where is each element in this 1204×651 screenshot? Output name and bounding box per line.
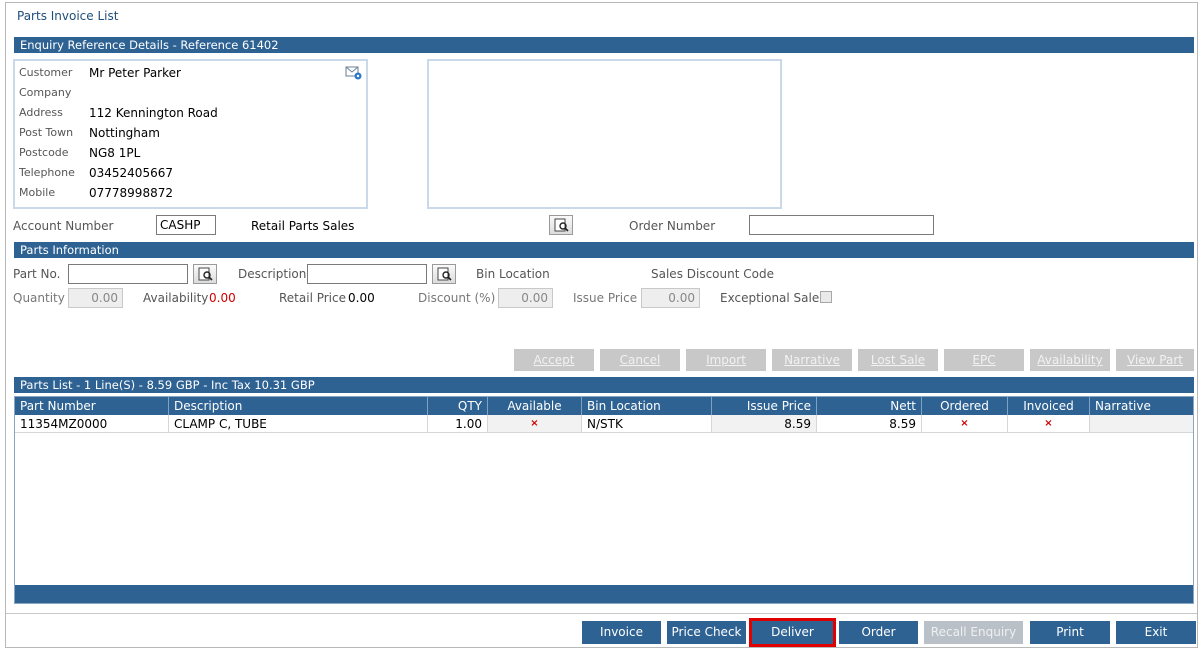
account-search-button[interactable] — [549, 215, 573, 235]
page-title: Parts Invoice List — [17, 9, 119, 23]
magnifier-icon — [554, 218, 569, 232]
column-header-nett[interactable]: Nett — [817, 397, 922, 415]
cell-description[interactable]: CLAMP C, TUBE — [169, 415, 428, 433]
post-town-label: Post Town — [19, 126, 74, 139]
availability-button[interactable]: Availability — [1030, 349, 1110, 371]
cell-nett[interactable]: 8.59 — [817, 415, 922, 433]
retail-price-value: 0.00 — [348, 291, 375, 305]
enquiry-reference-bar: Enquiry Reference Details - Reference 61… — [14, 37, 1194, 53]
issue-price-label: Issue Price — [573, 291, 638, 305]
grid-header: Part Number Description QTY Available Bi… — [15, 397, 1193, 415]
order-button[interactable]: Order — [839, 621, 918, 644]
bin-location-label: Bin Location — [476, 267, 550, 281]
email-settings-icon[interactable] — [345, 65, 363, 84]
availability-label: Availability — [143, 291, 209, 305]
print-button[interactable]: Print — [1030, 621, 1110, 644]
order-number-field[interactable] — [749, 215, 934, 235]
cell-qty[interactable]: 1.00 — [428, 415, 488, 433]
notes-panel — [427, 59, 782, 209]
footer-divider — [6, 613, 1197, 614]
deliver-button[interactable]: Deliver — [749, 618, 836, 647]
column-header-qty[interactable]: QTY — [428, 397, 488, 415]
narrative-button[interactable]: Narrative — [772, 349, 852, 371]
postcode-value: NG8 1PL — [89, 146, 141, 160]
epc-button[interactable]: EPC — [944, 349, 1024, 371]
exceptional-sale-checkbox[interactable] — [820, 291, 832, 303]
parts-information-bar: Parts Information — [14, 242, 1194, 258]
order-number-label: Order Number — [629, 219, 716, 233]
mobile-label: Mobile — [19, 186, 56, 199]
recall-enquiry-button[interactable]: Recall Enquiry — [924, 621, 1023, 644]
cancel-button[interactable]: Cancel — [600, 349, 680, 371]
cell-available-cross-icon: × — [488, 415, 582, 433]
column-header-issue-price[interactable]: Issue Price — [712, 397, 817, 415]
cell-part-number[interactable]: 11354MZ0000 — [15, 415, 169, 433]
mobile-value: 07778998872 — [89, 186, 173, 200]
column-header-ordered[interactable]: Ordered — [922, 397, 1008, 415]
column-header-available[interactable]: Available — [488, 397, 582, 415]
part-no-search-button[interactable] — [193, 264, 217, 284]
quantity-field[interactable]: 0.00 — [68, 288, 123, 308]
invoice-button[interactable]: Invoice — [582, 621, 661, 644]
account-number-label: Account Number — [13, 219, 114, 233]
issue-price-field[interactable]: 0.00 — [641, 288, 700, 308]
quantity-label: Quantity — [13, 291, 65, 305]
parts-list-bar: Parts List - 1 Line(S) - 8.59 GBP - Inc … — [14, 377, 1194, 393]
grid-footer — [15, 585, 1193, 603]
part-no-label: Part No. — [13, 267, 61, 281]
parts-list-grid: Part Number Description QTY Available Bi… — [14, 396, 1194, 604]
column-header-description[interactable]: Description — [169, 397, 428, 415]
column-header-bin-location[interactable]: Bin Location — [582, 397, 712, 415]
cell-bin-location[interactable]: N/STK — [582, 415, 712, 433]
discount-label: Discount (%) — [418, 291, 496, 305]
cell-issue-price[interactable]: 8.59 — [712, 415, 817, 433]
retail-price-label: Retail Price — [279, 291, 346, 305]
address-label: Address — [19, 106, 63, 119]
part-no-field[interactable] — [68, 264, 188, 284]
company-label: Company — [19, 86, 72, 99]
account-number-field[interactable]: CASHP — [156, 215, 216, 235]
column-header-invoiced[interactable]: Invoiced — [1008, 397, 1090, 415]
exceptional-sale-label: Exceptional Sale — [720, 291, 820, 305]
description-field[interactable] — [307, 264, 427, 284]
telephone-value: 03452405667 — [89, 166, 173, 180]
magnifier-icon — [198, 267, 213, 281]
lost-sale-button[interactable]: Lost Sale — [858, 349, 938, 371]
import-button[interactable]: Import — [686, 349, 766, 371]
column-header-part-number[interactable]: Part Number — [15, 397, 169, 415]
account-type-text: Retail Parts Sales — [251, 219, 355, 233]
exit-button[interactable]: Exit — [1116, 621, 1196, 644]
magnifier-icon — [437, 267, 452, 281]
column-header-narrative[interactable]: Narrative — [1090, 397, 1193, 415]
address-value: 112 Kennington Road — [89, 106, 218, 120]
accept-button[interactable]: Accept — [514, 349, 594, 371]
price-check-button[interactable]: Price Check — [667, 621, 746, 644]
customer-value: Mr Peter Parker — [89, 66, 181, 80]
telephone-label: Telephone — [19, 166, 75, 179]
cell-ordered-cross-icon: × — [922, 415, 1008, 433]
customer-label: Customer — [19, 66, 73, 79]
postcode-label: Postcode — [19, 146, 69, 159]
discount-field[interactable]: 0.00 — [498, 288, 553, 308]
sales-discount-code-label: Sales Discount Code — [651, 267, 774, 281]
post-town-value: Nottingham — [89, 126, 160, 140]
view-part-button[interactable]: View Part — [1116, 349, 1194, 371]
cell-invoiced-cross-icon: × — [1008, 415, 1090, 433]
cell-narrative[interactable] — [1090, 415, 1193, 433]
description-label: Description — [238, 267, 307, 281]
description-search-button[interactable] — [432, 264, 456, 284]
availability-value: 0.00 — [209, 291, 236, 305]
